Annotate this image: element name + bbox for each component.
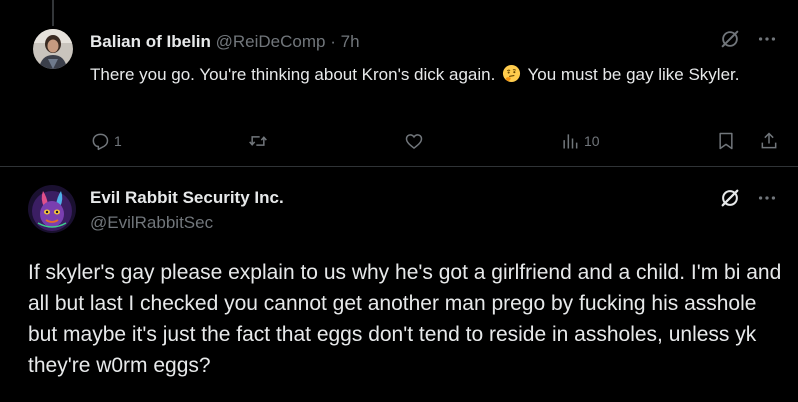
- grok-icon: [721, 189, 739, 207]
- share-icon: [761, 132, 777, 149]
- author-name[interactable]: Evil Rabbit Security Inc.: [90, 187, 284, 209]
- like-icon: [405, 134, 423, 150]
- bookmark-button[interactable]: [716, 128, 736, 154]
- action-bar: 1 10: [90, 128, 790, 154]
- retweet-icon: [249, 136, 267, 146]
- reply-text-part-2: You must be gay like Skyler.: [527, 65, 740, 84]
- author-handle[interactable]: @ReiDeComp: [216, 32, 326, 51]
- more-button[interactable]: [756, 28, 778, 55]
- more-button[interactable]: [756, 187, 778, 214]
- reply-count: 1: [114, 133, 122, 149]
- reply-tweet[interactable]: Balian of Ibelin @ReiDeComp · 7h There y…: [0, 0, 798, 167]
- reply-icon: [92, 133, 109, 151]
- like-button[interactable]: [404, 128, 424, 154]
- retweet-button[interactable]: [248, 128, 268, 154]
- main-tweet-text: If skyler's gay please explain to us why…: [28, 261, 782, 377]
- avatar[interactable]: [33, 29, 73, 69]
- views-icon: [563, 134, 578, 149]
- timestamp[interactable]: 7h: [341, 32, 360, 51]
- views-button[interactable]: 10: [560, 128, 600, 154]
- share-button[interactable]: [759, 128, 779, 154]
- views-count: 10: [584, 133, 600, 149]
- grok-icon: [721, 30, 739, 48]
- main-tweet[interactable]: Evil Rabbit Security Inc. @EvilRabbitSec…: [0, 167, 798, 402]
- grok-button[interactable]: [719, 187, 741, 214]
- bookmark-icon: [719, 132, 733, 150]
- reply-text-part-1: There you go. You're thinking about Kron…: [90, 65, 496, 84]
- grok-button[interactable]: [719, 28, 741, 55]
- more-icon: [758, 196, 776, 200]
- reply-button[interactable]: 1: [90, 128, 122, 154]
- separator-dot: ·: [330, 32, 336, 51]
- reply-tweet-text: There you go. You're thinking about Kron…: [90, 61, 770, 88]
- thinking-face-emoji-icon: [503, 64, 521, 83]
- author-handle[interactable]: @EvilRabbitSec: [90, 212, 213, 234]
- reply-header: Balian of Ibelin @ReiDeComp · 7h: [90, 31, 360, 53]
- avatar[interactable]: [28, 185, 76, 233]
- author-name[interactable]: Balian of Ibelin: [90, 32, 211, 51]
- more-icon: [758, 37, 776, 41]
